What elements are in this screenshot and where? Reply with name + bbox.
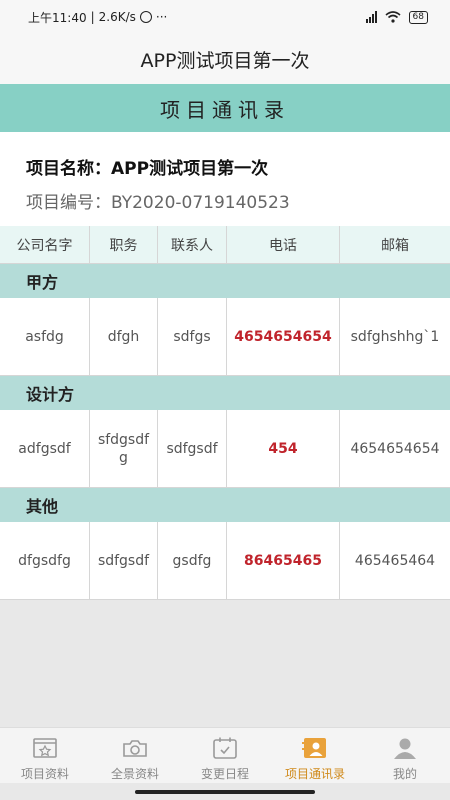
group-header-design: 设计方 xyxy=(0,376,450,410)
contact-card-icon xyxy=(302,738,326,758)
tab-label: 项目资料 xyxy=(20,767,69,781)
table-row[interactable]: adfgsdf sfdgsdfg sdfgsdf 454 4654654654 xyxy=(0,410,450,488)
column-header-position: 职务 xyxy=(90,226,158,264)
cell-phone-link[interactable]: 454 xyxy=(227,410,340,488)
tab-schedule[interactable]: 变更日程 xyxy=(180,728,270,783)
tab-profile[interactable]: 我的 xyxy=(360,728,450,783)
column-header-email: 邮箱 xyxy=(340,226,450,264)
bottom-tab-bar: 项目资料 全景资料 变更日程 项目通讯录 我的 xyxy=(0,727,450,783)
cell-company: asfdg xyxy=(0,298,90,376)
more-dots: ··· xyxy=(155,10,168,24)
tab-label: 全景资料 xyxy=(110,767,159,781)
status-bar: 上午11:40 | 2.6K/s ··· 68 xyxy=(0,0,450,34)
table-row[interactable]: asfdg dfgh sdfgs 4654654654 sdfghshhg`1 xyxy=(0,298,450,376)
cell-email: sdfghshhg`1 xyxy=(340,298,450,376)
home-indicator[interactable] xyxy=(135,790,315,794)
cell-contact: sdfgsdf xyxy=(158,410,227,488)
cell-company: dfgsdfg xyxy=(0,522,90,600)
cell-phone-link[interactable]: 4654654654 xyxy=(227,298,340,376)
tab-label: 项目通讯录 xyxy=(284,767,345,781)
table-header: 公司名字 职务 联系人 电话 邮箱 xyxy=(0,226,450,264)
cell-email: 4654654654 xyxy=(340,410,450,488)
wifi-icon xyxy=(385,11,401,23)
section-title: 项目通讯录 xyxy=(160,97,290,122)
cell-position: sfdgsdfg xyxy=(90,410,158,488)
tab-contacts[interactable]: 项目通讯录 xyxy=(270,728,360,783)
tab-label: 变更日程 xyxy=(200,767,249,781)
tab-label: 我的 xyxy=(392,767,417,781)
signal-icon xyxy=(365,11,377,23)
contact-table: 公司名字 职务 联系人 电话 邮箱 甲方 asfdg dfgh sdfgs 46… xyxy=(0,226,450,600)
project-code: 项目编号：BY2020-0719140523 xyxy=(26,193,290,213)
camera-icon xyxy=(123,740,147,757)
column-header-company: 公司名字 xyxy=(0,226,90,264)
column-header-contact: 联系人 xyxy=(158,226,227,264)
app-title-bar: APP测试项目第一次 xyxy=(0,34,450,84)
cell-position: sdfgsdf xyxy=(90,522,158,600)
tab-project-files[interactable]: 项目资料 xyxy=(0,728,90,783)
cell-phone-link[interactable]: 86465465 xyxy=(227,522,340,600)
section-header: 项目通讯录 xyxy=(0,84,450,132)
group-header-other: 其他 xyxy=(0,488,450,522)
alarm-icon xyxy=(139,11,152,23)
table-row[interactable]: dfgsdfg sdfgsdf gsdfg 86465465 465465464 xyxy=(0,522,450,600)
calendar-icon xyxy=(213,737,237,759)
star-folder-icon xyxy=(33,738,57,758)
project-info: 项目名称：APP测试项目第一次 项目编号：BY2020-0719140523 xyxy=(0,132,450,226)
cell-contact: gsdfg xyxy=(158,522,227,600)
tab-panorama[interactable]: 全景资料 xyxy=(90,728,180,783)
cell-company: adfgsdf xyxy=(0,410,90,488)
cell-contact: sdfgs xyxy=(158,298,227,376)
column-header-phone: 电话 xyxy=(227,226,340,264)
page-title: APP测试项目第一次 xyxy=(140,49,310,72)
user-icon xyxy=(394,738,416,759)
network-speed: 2.6K/s xyxy=(98,10,136,24)
status-time: 上午11:40 xyxy=(28,10,87,25)
group-header-party-a: 甲方 xyxy=(0,264,450,298)
cell-email: 465465464 xyxy=(340,522,450,600)
cell-position: dfgh xyxy=(90,298,158,376)
battery-icon: 68 xyxy=(408,10,428,24)
project-name: 项目名称：APP测试项目第一次 xyxy=(26,159,269,179)
